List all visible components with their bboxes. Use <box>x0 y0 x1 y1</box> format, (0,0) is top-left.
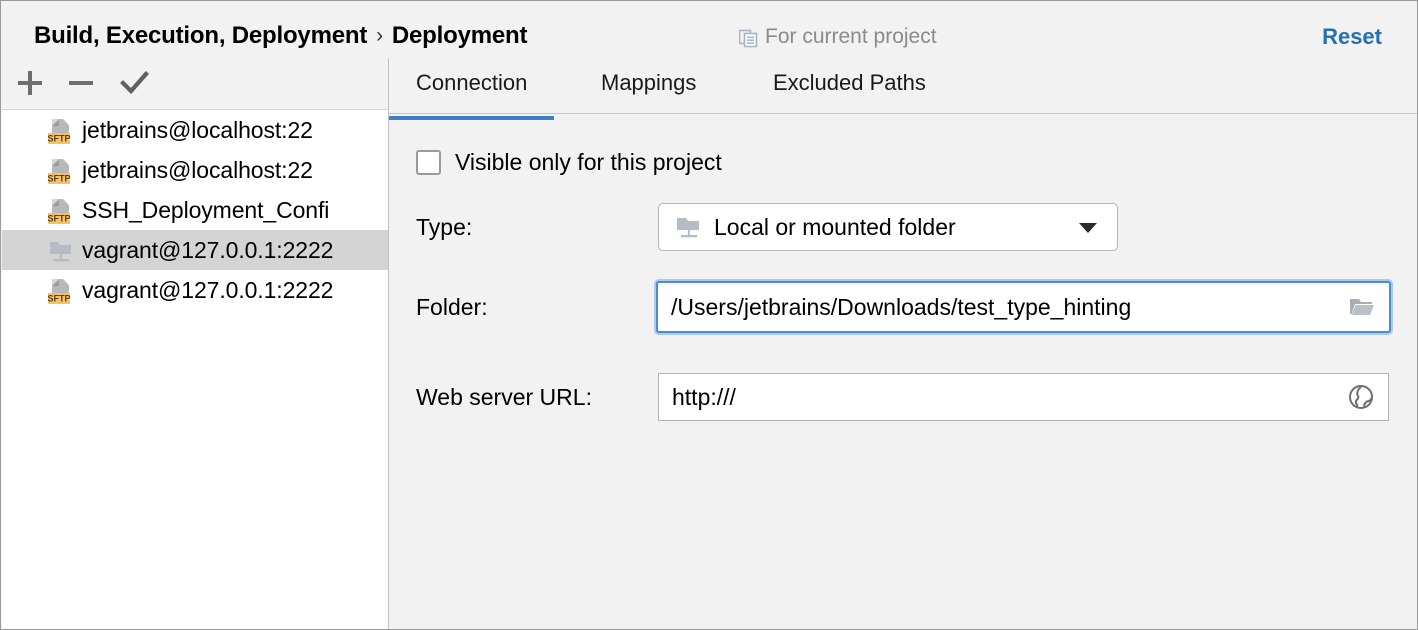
scope-indicator: For current project <box>739 25 937 49</box>
visible-only-label: Visible only for this project <box>455 149 722 176</box>
list-item-label: SSH_Deployment_Confi <box>82 197 329 224</box>
scope-label: For current project <box>765 25 937 49</box>
add-button[interactable] <box>10 63 50 103</box>
sftp-icon: SFTP <box>46 116 76 146</box>
globe-icon[interactable] <box>1346 382 1376 412</box>
tab-mappings[interactable]: Mappings <box>601 70 696 110</box>
web-server-url-label: Web server URL: <box>416 384 592 411</box>
list-item-label: vagrant@127.0.0.1:2222 <box>82 277 333 304</box>
folder-label: Folder: <box>416 294 488 321</box>
type-value: Local or mounted folder <box>714 214 956 241</box>
svg-text:SFTP: SFTP <box>47 294 70 304</box>
settings-dialog: Build, Execution, Deployment›Deployment … <box>0 0 1418 630</box>
connection-panel: Connection Mappings Excluded Paths Visib… <box>389 58 1418 630</box>
list-item[interactable]: SFTP jetbrains@localhost:22 <box>2 110 388 150</box>
sftp-icon: SFTP <box>46 156 76 186</box>
web-server-url-input[interactable]: http:/// <box>658 373 1389 421</box>
svg-text:SFTP: SFTP <box>47 214 70 224</box>
tab-excluded-paths[interactable]: Excluded Paths <box>773 70 926 110</box>
web-server-url-value: http:/// <box>672 384 1346 411</box>
copy-scope-icon <box>739 29 758 48</box>
header-bar: Build, Execution, Deployment›Deployment … <box>2 2 1418 58</box>
tab-bar-underline <box>389 113 1418 114</box>
list-item-label: jetbrains@localhost:22 <box>82 117 313 144</box>
sftp-icon: SFTP <box>46 276 76 306</box>
local-folder-icon <box>675 213 703 241</box>
breadcrumb-parent[interactable]: Build, Execution, Deployment <box>34 22 367 49</box>
tab-connection[interactable]: Connection <box>416 70 527 110</box>
deployment-servers-sidebar: SFTP jetbrains@localhost:22 SFTP jetbra <box>2 58 388 630</box>
local-folder-icon <box>46 236 76 266</box>
chevron-down-icon <box>1079 223 1097 233</box>
open-folder-icon[interactable] <box>1347 292 1377 322</box>
list-item[interactable]: SFTP vagrant@127.0.0.1:2222 <box>2 270 388 310</box>
sftp-icon: SFTP <box>46 196 76 226</box>
remove-button[interactable] <box>61 63 101 103</box>
folder-input-value: /Users/jetbrains/Downloads/test_type_hin… <box>671 294 1347 321</box>
list-item[interactable]: SFTP jetbrains@localhost:22 <box>2 150 388 190</box>
breadcrumb-separator: › <box>376 24 383 47</box>
tab-bar: Connection Mappings Excluded Paths <box>389 58 1418 116</box>
visible-only-checkbox[interactable] <box>416 150 441 175</box>
set-default-button[interactable] <box>114 63 154 103</box>
visible-only-row: Visible only for this project <box>416 149 722 176</box>
reset-button[interactable]: Reset <box>1322 24 1382 50</box>
breadcrumb-current: Deployment <box>392 22 527 49</box>
folder-input[interactable]: /Users/jetbrains/Downloads/test_type_hin… <box>656 281 1391 333</box>
list-item-label: vagrant@127.0.0.1:2222 <box>82 237 333 264</box>
list-item[interactable]: vagrant@127.0.0.1:2222 <box>2 230 388 270</box>
sidebar-toolbar <box>2 58 388 110</box>
type-dropdown[interactable]: Local or mounted folder <box>658 203 1118 251</box>
svg-text:SFTP: SFTP <box>47 134 70 144</box>
server-list[interactable]: SFTP jetbrains@localhost:22 SFTP jetbra <box>2 110 388 630</box>
breadcrumb: Build, Execution, Deployment › Deployment <box>34 22 527 50</box>
type-label: Type: <box>416 214 472 241</box>
list-item[interactable]: SFTP SSH_Deployment_Confi <box>2 190 388 230</box>
svg-text:SFTP: SFTP <box>47 174 70 184</box>
list-item-label: jetbrains@localhost:22 <box>82 157 313 184</box>
